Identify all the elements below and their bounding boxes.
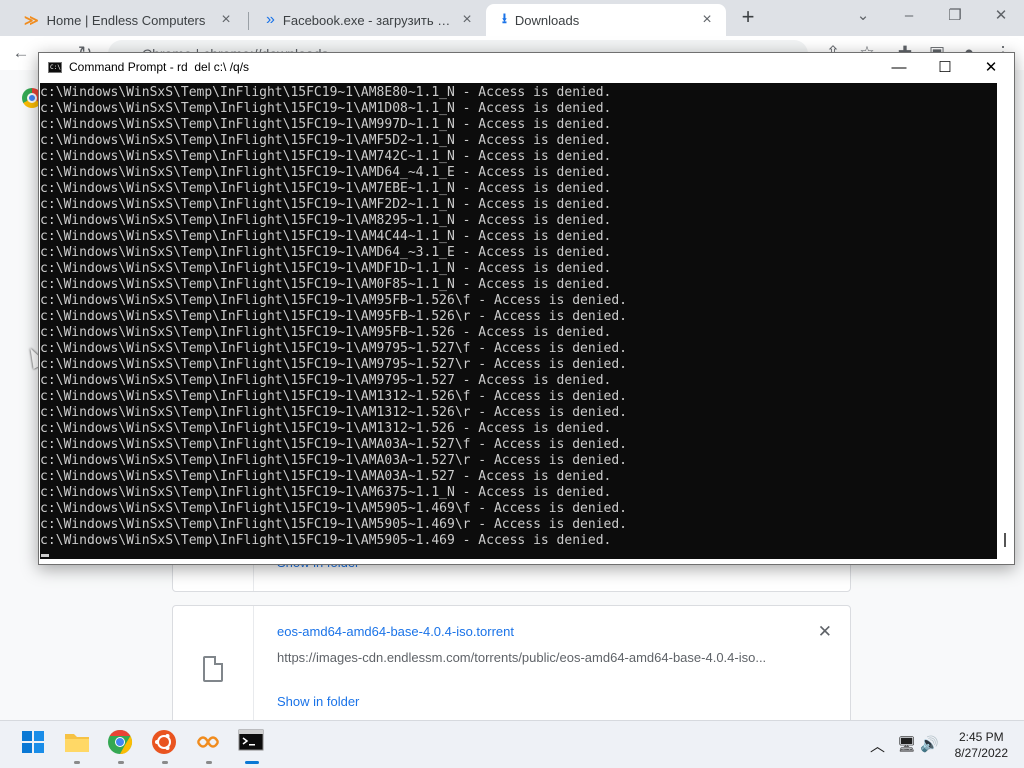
download-icon: ⭳ [502,10,507,26]
tab-downloads[interactable]: ⭳ Downloads × [486,4,726,36]
console-line: c:\Windows\WinSxS\Temp\InFlight\15FC19~1… [40,517,627,532]
running-indicator [74,761,80,764]
double-chevron-icon: » [266,11,275,28]
console-line: c:\Windows\WinSxS\Temp\InFlight\15FC19~1… [40,373,612,388]
system-clock[interactable]: 2:45 PM 8/27/2022 [955,729,1008,761]
taskbar: ︿ 🖥 🔊 2:45 PM 8/27/2022 [0,720,1024,768]
console-line: c:\Windows\WinSxS\Temp\InFlight\15FC19~1… [40,421,612,436]
console-line: c:\Windows\WinSxS\Temp\InFlight\15FC19~1… [40,453,627,468]
new-tab-button[interactable]: + [736,6,760,30]
console-line: c:\Windows\WinSxS\Temp\InFlight\15FC19~1… [40,293,627,308]
browser-restore-button[interactable]: ❐ [932,4,978,28]
console-line: c:\Windows\WinSxS\Temp\InFlight\15FC19~1… [40,389,627,404]
console-line: c:\Windows\WinSxS\Temp\InFlight\15FC19~1… [40,309,627,324]
console-output[interactable]: c:\Windows\WinSxS\Temp\InFlight\15FC19~1… [40,83,998,560]
close-tab-icon[interactable]: × [698,11,716,29]
endless-logo-icon: ≫ [24,11,39,28]
file-icon [203,656,223,682]
command-prompt-window[interactable]: C:\ Command Prompt - rd del c:\ /q/s — ☐… [38,52,1015,565]
console-line: c:\Windows\WinSxS\Temp\InFlight\15FC19~1… [40,501,627,516]
console-line: c:\Windows\WinSxS\Temp\InFlight\15FC19~1… [40,405,627,420]
console-line: c:\Windows\WinSxS\Temp\InFlight\15FC19~1… [40,533,612,548]
console-line: c:\Windows\WinSxS\Temp\InFlight\15FC19~1… [40,261,612,276]
volume-icon[interactable]: 🔊 [920,735,939,753]
start-icon[interactable] [20,729,50,759]
download-item: eos-amd64-amd64-base-4.0.4-iso.torrent h… [172,605,851,735]
console-line: c:\Windows\WinSxS\Temp\InFlight\15FC19~1… [40,437,627,452]
tab-separator [248,12,249,30]
cmd-icon: C:\ [48,62,62,73]
remove-download-icon[interactable]: ✕ [818,622,832,642]
browser-tabstrip: ≫ Home | Endless Computers × » Facebook.… [0,0,1024,36]
console-line: c:\Windows\WinSxS\Temp\InFlight\15FC19~1… [40,229,612,244]
tab-facebook-exe[interactable]: » Facebook.exe - загрузить файл × [250,4,486,36]
tab-title: Downloads [514,12,580,28]
running-indicator [162,761,168,764]
download-icon-column [173,606,254,734]
back-icon[interactable]: ← [10,42,32,64]
clock-time: 2:45 PM [958,730,1004,744]
console-line: c:\Windows\WinSxS\Temp\InFlight\15FC19~1… [40,117,612,132]
console-line: c:\Windows\WinSxS\Temp\InFlight\15FC19~1… [40,213,612,228]
show-in-folder-link[interactable]: Show in folder [277,694,359,709]
tab-endless-home[interactable]: ≫ Home | Endless Computers × [8,4,245,36]
cmd-window-title: Command Prompt - rd del c:\ /q/s [69,60,250,74]
file-explorer-icon[interactable] [63,729,93,759]
cmd-icon[interactable] [238,729,268,759]
running-indicator [206,761,212,764]
active-app-indicator [245,761,259,764]
cmd-titlebar[interactable]: C:\ Command Prompt - rd del c:\ /q/s — ☐… [39,53,1014,83]
console-line: c:\Windows\WinSxS\Temp\InFlight\15FC19~1… [40,469,612,484]
close-tab-icon[interactable]: × [217,11,235,29]
console-text-cursor [41,554,49,557]
console-line: c:\Windows\WinSxS\Temp\InFlight\15FC19~1… [40,101,612,116]
browser-close-button[interactable]: ✕ [978,4,1024,28]
chevron-up-icon[interactable]: ︿ [870,735,885,756]
console-line: c:\Windows\WinSxS\Temp\InFlight\15FC19~1… [40,133,612,148]
console-line: c:\Windows\WinSxS\Temp\InFlight\15FC19~1… [40,245,612,260]
console-line: c:\Windows\WinSxS\Temp\InFlight\15FC19~1… [40,165,612,180]
download-filename-link[interactable]: eos-amd64-amd64-base-4.0.4-iso.torrent [277,624,514,639]
console-line: c:\Windows\WinSxS\Temp\InFlight\15FC19~1… [40,85,612,100]
clock-date: 8/27/2022 [954,746,1008,760]
cmd-close-button[interactable]: ✕ [968,53,1014,83]
console-line: c:\Windows\WinSxS\Temp\InFlight\15FC19~1… [40,277,612,292]
console-line: c:\Windows\WinSxS\Temp\InFlight\15FC19~1… [40,149,612,164]
close-tab-icon[interactable]: × [458,11,476,29]
console-line: c:\Windows\WinSxS\Temp\InFlight\15FC19~1… [40,485,612,500]
console-lines: c:\Windows\WinSxS\Temp\InFlight\15FC19~1… [40,83,998,549]
endless-icon[interactable] [195,729,225,759]
console-line: c:\Windows\WinSxS\Temp\InFlight\15FC19~1… [40,197,612,212]
console-line: c:\Windows\WinSxS\Temp\InFlight\15FC19~1… [40,181,612,196]
cmd-maximize-button[interactable]: ☐ [922,53,968,83]
console-scrollbar[interactable] [997,83,1013,560]
console-line: c:\Windows\WinSxS\Temp\InFlight\15FC19~1… [40,325,612,340]
network-icon[interactable]: 🖥 [897,735,916,753]
ubuntu-icon[interactable] [151,729,181,759]
console-line: c:\Windows\WinSxS\Temp\InFlight\15FC19~1… [40,341,627,356]
cmd-bottom-border [39,559,1014,564]
browser-minimize-button[interactable]: – [886,4,932,28]
scrollbar-thumb[interactable] [1004,533,1006,547]
console-line: c:\Windows\WinSxS\Temp\InFlight\15FC19~1… [40,357,627,372]
cmd-minimize-button[interactable]: — [876,53,922,83]
tab-title: Home | Endless Computers [46,12,206,28]
tab-title: Facebook.exe - загрузить файл [282,12,458,28]
tab-search-icon[interactable]: ⌄ [840,4,886,28]
download-source-url: https://images-cdn.endlessm.com/torrents… [277,650,767,665]
running-indicator [118,761,124,764]
chrome-icon[interactable] [107,729,137,759]
